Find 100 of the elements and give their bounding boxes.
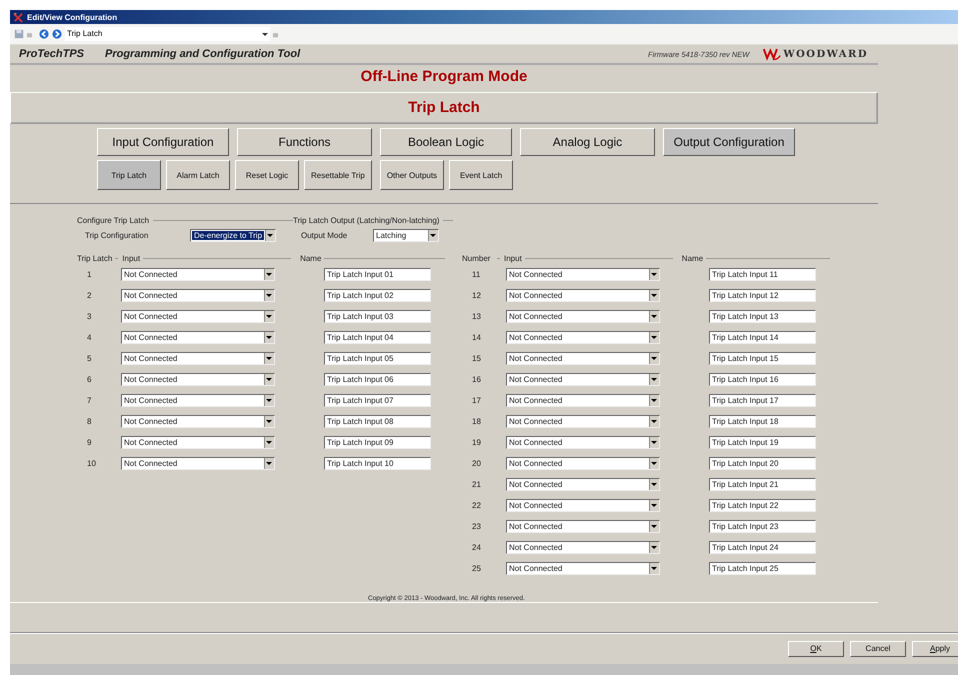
name-field[interactable]: Trip Latch Input 20 [709, 457, 816, 470]
row-number: 4 [86, 333, 92, 342]
row-number: 14 [471, 333, 482, 342]
page-tab[interactable]: Other Outputs [380, 160, 444, 190]
name-field[interactable]: Trip Latch Input 07 [324, 394, 431, 407]
input-dropdown[interactable]: Not Connected [121, 310, 275, 323]
overflow-icon[interactable] [273, 30, 278, 38]
name-field[interactable]: Trip Latch Input 08 [324, 415, 431, 428]
name-field[interactable]: Trip Latch Input 12 [709, 289, 816, 302]
tool-name: Programming and Configuration Tool [105, 48, 300, 60]
name-field[interactable]: Trip Latch Input 13 [709, 310, 816, 323]
field-label: Output Mode [300, 230, 348, 240]
dialog-button[interactable]: OK [788, 640, 844, 656]
row-number: 9 [86, 438, 92, 447]
logo-icon [763, 47, 782, 61]
input-dropdown[interactable]: Not Connected [506, 289, 660, 302]
row-number: 6 [86, 375, 92, 384]
row-number: 16 [471, 375, 482, 384]
column-header: Name [682, 254, 704, 262]
name-field[interactable]: Trip Latch Input 05 [324, 352, 431, 365]
input-dropdown[interactable]: Not Connected [121, 394, 275, 407]
field-label: Trip Configuration [84, 230, 150, 240]
name-field[interactable]: Trip Latch Input 19 [709, 436, 816, 449]
row-number: 20 [471, 459, 482, 468]
input-dropdown[interactable]: Not Connected [506, 436, 660, 449]
section-tab[interactable]: Boolean Logic [380, 128, 512, 156]
input-dropdown[interactable]: Not Connected [506, 541, 660, 554]
row-number: 24 [471, 543, 482, 552]
input-dropdown[interactable]: Not Connected [506, 478, 660, 491]
row-number: 2 [86, 291, 92, 300]
name-field[interactable]: Trip Latch Input 24 [709, 541, 816, 554]
input-dropdown[interactable]: Not Connected [506, 457, 660, 470]
page-tab[interactable]: Resettable Trip [304, 160, 372, 190]
input-dropdown[interactable]: Not Connected [506, 520, 660, 533]
name-field[interactable]: Trip Latch Input 01 [324, 268, 431, 281]
column-header: Number [462, 254, 492, 262]
section-tab[interactable]: Output Configuration [663, 128, 795, 156]
name-field[interactable]: Trip Latch Input 18 [709, 415, 816, 428]
input-dropdown[interactable]: Not Connected [121, 268, 275, 281]
row-number: 22 [471, 501, 482, 510]
page-tab[interactable]: Alarm Latch [166, 160, 230, 190]
trip-configuration-dropdown[interactable]: De-energize to Trip [190, 228, 276, 242]
row-number: 12 [471, 291, 482, 300]
name-field[interactable]: Trip Latch Input 03 [324, 310, 431, 323]
page-dropdown[interactable]: Trip Latch [65, 27, 270, 41]
name-field[interactable]: Trip Latch Input 16 [709, 373, 816, 386]
input-dropdown[interactable]: Not Connected [506, 415, 660, 428]
brand-name: WOODWARD [783, 48, 868, 60]
name-field[interactable]: Trip Latch Input 22 [709, 499, 816, 512]
page-tab[interactable]: Trip Latch [97, 160, 161, 190]
name-field[interactable]: Trip Latch Input 02 [324, 289, 431, 302]
row-number: 13 [471, 312, 482, 321]
column-header: Trip Latch [77, 254, 112, 262]
name-field[interactable]: Trip Latch Input 17 [709, 394, 816, 407]
overflow-icon[interactable] [27, 30, 32, 38]
page-title-bar: Trip Latch [10, 92, 878, 124]
input-dropdown[interactable]: Not Connected [506, 331, 660, 344]
group-legend: Trip Latch Output (Latching/Non-latching) [293, 216, 440, 224]
input-dropdown[interactable]: Not Connected [506, 499, 660, 512]
input-dropdown[interactable]: Not Connected [121, 289, 275, 302]
name-field[interactable]: Trip Latch Input 14 [709, 331, 816, 344]
name-field[interactable]: Trip Latch Input 11 [709, 268, 816, 281]
forward-icon[interactable] [52, 29, 62, 39]
input-dropdown[interactable]: Not Connected [121, 331, 275, 344]
page-tab[interactable]: Event Latch [449, 160, 514, 190]
input-dropdown[interactable]: Not Connected [121, 352, 275, 365]
name-field[interactable]: Trip Latch Input 15 [709, 352, 816, 365]
input-dropdown[interactable]: Not Connected [506, 394, 660, 407]
save-icon[interactable] [14, 29, 24, 39]
column-header: Input [122, 254, 140, 262]
name-field[interactable]: Trip Latch Input 06 [324, 373, 431, 386]
input-dropdown[interactable]: Not Connected [506, 268, 660, 281]
input-dropdown[interactable]: Not Connected [121, 373, 275, 386]
input-dropdown[interactable]: Not Connected [506, 352, 660, 365]
input-dropdown[interactable]: Not Connected [506, 310, 660, 323]
input-dropdown[interactable]: Not Connected [506, 373, 660, 386]
output-mode-dropdown[interactable]: Latching [373, 228, 439, 242]
section-tab[interactable]: Input Configuration [97, 128, 229, 156]
row-number: 21 [471, 480, 482, 489]
back-icon[interactable] [39, 29, 49, 39]
input-dropdown[interactable]: Not Connected [121, 415, 275, 428]
input-dropdown[interactable]: Not Connected [506, 562, 660, 575]
section-tab[interactable]: Functions [237, 128, 372, 156]
name-field[interactable]: Trip Latch Input 23 [709, 520, 816, 533]
name-field[interactable]: Trip Latch Input 21 [709, 478, 816, 491]
input-dropdown[interactable]: Not Connected [121, 457, 275, 470]
name-field[interactable]: Trip Latch Input 04 [324, 331, 431, 344]
section-tab[interactable]: Analog Logic [520, 128, 655, 156]
page-tab[interactable]: Reset Logic [235, 160, 299, 190]
mode-title: Off-Line Program Mode [360, 67, 528, 87]
row-number: 19 [471, 438, 482, 447]
input-dropdown[interactable]: Not Connected [121, 436, 275, 449]
name-field[interactable]: Trip Latch Input 09 [324, 436, 431, 449]
dialog-button[interactable]: Cancel [850, 640, 906, 656]
name-field[interactable]: Trip Latch Input 25 [709, 562, 816, 575]
name-field[interactable]: Trip Latch Input 10 [324, 457, 431, 470]
row-number: 3 [86, 312, 92, 321]
row-number: 25 [471, 564, 482, 573]
dialog-button[interactable]: Apply [912, 640, 958, 656]
product-name: ProTechTPS [19, 48, 84, 60]
